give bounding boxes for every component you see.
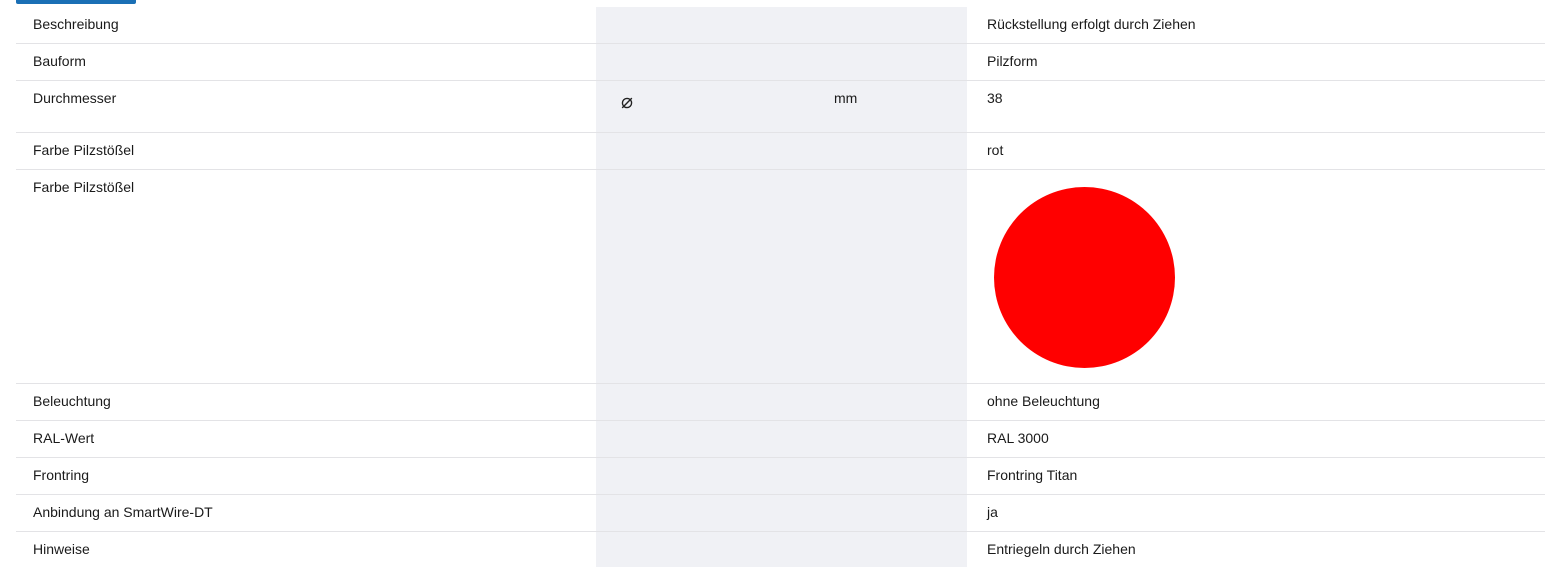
label-cell: Beschreibung bbox=[16, 7, 596, 44]
table-row: Anbindung an SmartWire-DT ja bbox=[16, 494, 1545, 532]
unit-cell bbox=[812, 420, 967, 458]
unit-cell bbox=[812, 43, 967, 81]
row-label: Anbindung an SmartWire-DT bbox=[33, 504, 213, 520]
spec-table: Beschreibung Rückstellung erfolgt durch … bbox=[16, 7, 1545, 567]
symbol-cell bbox=[596, 457, 812, 495]
section-header-cutoff bbox=[0, 0, 1545, 7]
value-cell: rot bbox=[967, 132, 1545, 170]
symbol-cell bbox=[596, 531, 812, 567]
label-cell: Beleuchtung bbox=[16, 383, 596, 421]
row-label: Beleuchtung bbox=[33, 393, 111, 409]
symbol-cell bbox=[596, 383, 812, 421]
row-value: Rückstellung erfolgt durch Ziehen bbox=[987, 16, 1196, 32]
label-cell: Anbindung an SmartWire-DT bbox=[16, 494, 596, 532]
value-cell bbox=[967, 169, 1545, 384]
unit-cell bbox=[812, 494, 967, 532]
row-value: rot bbox=[987, 142, 1004, 158]
value-cell: Pilzform bbox=[967, 43, 1545, 81]
label-cell: Bauform bbox=[16, 43, 596, 81]
symbol-cell bbox=[596, 420, 812, 458]
unit-cell bbox=[812, 457, 967, 495]
row-value: ja bbox=[987, 504, 998, 520]
row-label: Hinweise bbox=[33, 541, 90, 557]
color-swatch-red bbox=[994, 187, 1175, 368]
value-cell: ja bbox=[967, 494, 1545, 532]
symbol-cell bbox=[596, 132, 812, 170]
symbol-cell bbox=[596, 494, 812, 532]
symbol-cell bbox=[596, 7, 812, 44]
unit-cell bbox=[812, 132, 967, 170]
label-cell: Farbe Pilzstößel bbox=[16, 132, 596, 170]
value-cell: Rückstellung erfolgt durch Ziehen bbox=[967, 7, 1545, 44]
table-row: Bauform Pilzform bbox=[16, 43, 1545, 81]
value-cell: ohne Beleuchtung bbox=[967, 383, 1545, 421]
label-cell: Durchmesser bbox=[16, 80, 596, 133]
row-label: RAL-Wert bbox=[33, 430, 95, 446]
symbol-cell bbox=[596, 169, 812, 384]
label-cell: Hinweise bbox=[16, 532, 596, 568]
table-row: Frontring Frontring Titan bbox=[16, 457, 1545, 495]
value-cell: 38 bbox=[967, 80, 1545, 133]
row-label: Farbe Pilzstößel bbox=[33, 142, 135, 158]
table-row: Hinweise Entriegeln durch Ziehen bbox=[16, 531, 1545, 568]
row-value: 38 bbox=[987, 90, 1003, 106]
value-cell: RAL 3000 bbox=[967, 420, 1545, 458]
row-label: Beschreibung bbox=[33, 16, 119, 32]
row-label: Durchmesser bbox=[33, 90, 117, 106]
diameter-icon: ⌀ bbox=[621, 89, 634, 113]
unit-cell bbox=[812, 531, 967, 567]
row-value: RAL 3000 bbox=[987, 430, 1049, 446]
value-cell: Entriegeln durch Ziehen bbox=[967, 532, 1545, 568]
row-label: Bauform bbox=[33, 53, 86, 69]
row-label: Frontring bbox=[33, 467, 90, 483]
row-value: ohne Beleuchtung bbox=[987, 393, 1100, 409]
table-row: Beschreibung Rückstellung erfolgt durch … bbox=[16, 7, 1545, 44]
label-cell: Farbe Pilzstößel bbox=[16, 169, 596, 384]
unit-cell bbox=[812, 7, 967, 44]
label-cell: RAL-Wert bbox=[16, 420, 596, 458]
unit-cell: mm bbox=[812, 80, 967, 133]
symbol-cell bbox=[596, 43, 812, 81]
table-row: Beleuchtung ohne Beleuchtung bbox=[16, 383, 1545, 421]
row-unit: mm bbox=[834, 90, 858, 106]
value-cell: Frontring Titan bbox=[967, 457, 1545, 495]
table-row: Farbe Pilzstößel bbox=[16, 169, 1545, 384]
row-label: Farbe Pilzstößel bbox=[33, 179, 135, 195]
symbol-cell: ⌀ bbox=[596, 80, 812, 133]
table-row: RAL-Wert RAL 3000 bbox=[16, 420, 1545, 458]
unit-cell bbox=[812, 169, 967, 384]
unit-cell bbox=[812, 383, 967, 421]
table-row: Durchmesser ⌀ mm 38 bbox=[16, 80, 1545, 133]
table-row: Farbe Pilzstößel rot bbox=[16, 132, 1545, 170]
row-value: Frontring Titan bbox=[987, 467, 1078, 483]
row-value: Pilzform bbox=[987, 53, 1038, 69]
label-cell: Frontring bbox=[16, 457, 596, 495]
row-value: Entriegeln durch Ziehen bbox=[987, 541, 1136, 557]
section-title-fragment bbox=[16, 0, 136, 4]
